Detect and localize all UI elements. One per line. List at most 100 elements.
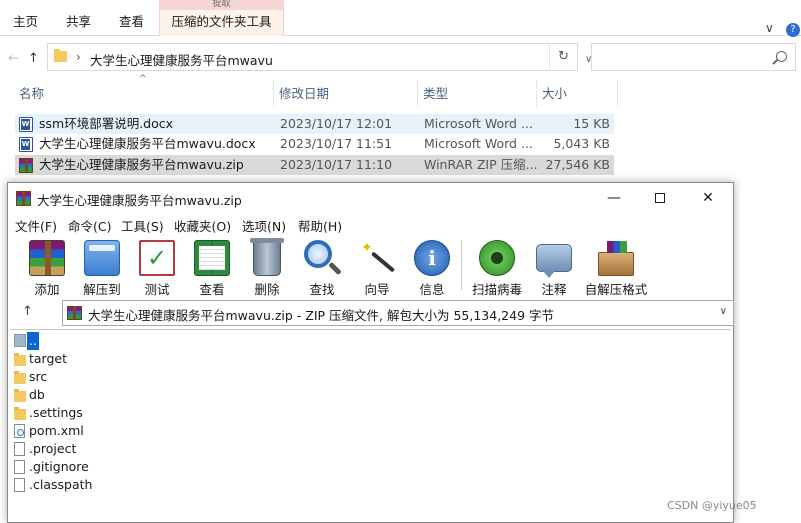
xml-file-icon [14, 424, 25, 438]
list-item[interactable]: .classpath [12, 476, 212, 494]
comment-icon [536, 244, 572, 278]
list-item[interactable]: .settings [12, 404, 212, 422]
folder-icon [14, 407, 26, 420]
tool-label: 自解压格式 [584, 282, 648, 297]
word-doc-icon [19, 117, 33, 132]
delete-button[interactable]: 删除 [241, 238, 293, 297]
toolbar: 添加 解压到 测试 查看 删除 查找 向导 信息 [8, 234, 733, 297]
list-item-name: db [29, 387, 45, 402]
delete-icon [250, 238, 284, 276]
list-item[interactable]: .. [12, 332, 212, 350]
list-item-name: .project [29, 441, 77, 456]
help-icon[interactable]: ? [786, 23, 800, 37]
winrar-app-icon [16, 191, 31, 206]
search-input[interactable] [591, 43, 796, 71]
list-item[interactable]: target [12, 350, 212, 368]
add-archive-icon [29, 240, 65, 276]
file-size: 5,043 KB [553, 136, 610, 151]
find-button[interactable]: 查找 [296, 238, 348, 297]
archive-path-dropdown[interactable]: 大学生心理健康服务平台mwavu.zip - ZIP 压缩文件, 解包大小为 5… [62, 300, 734, 326]
context-group-label: 提取 [160, 0, 283, 10]
add-button[interactable]: 添加 [21, 238, 73, 297]
minimize-button[interactable]: — [591, 187, 637, 209]
winrar-title-bar[interactable]: 大学生心理健康服务平台mwavu.zip — ✕ [8, 183, 733, 214]
address-bar[interactable]: › 大学生心理健康服务平台mwavu ∨ [47, 43, 592, 71]
file-name: 大学生心理健康服务平台mwavu.zip [39, 157, 244, 172]
tab-share[interactable]: 共享 [64, 13, 93, 33]
virus-scan-icon [479, 240, 515, 276]
ribbon-expand-chevron-icon[interactable]: ∨ [765, 21, 774, 35]
list-item[interactable]: .project [12, 440, 212, 458]
list-item[interactable]: db [12, 386, 212, 404]
menu-bar: 文件(F) 命令(C) 工具(S) 收藏夹(O) 选项(N) 帮助(H) [8, 214, 733, 234]
file-type: Microsoft Word ... [424, 116, 533, 131]
tab-home[interactable]: 主页 [11, 13, 40, 33]
menu-options[interactable]: 选项(N) [242, 216, 286, 235]
parent-folder-icon [14, 334, 26, 347]
maximize-button[interactable] [637, 187, 683, 209]
menu-file[interactable]: 文件(F) [15, 216, 57, 235]
tab-compressed-folder-tools[interactable]: 提取 压缩的文件夹工具 [159, 0, 284, 36]
chevron-down-icon[interactable]: ∨ [720, 306, 727, 317]
virus-scan-button[interactable]: 扫描病毒 [471, 238, 523, 297]
test-icon [139, 240, 175, 276]
list-item-name: .gitignore [29, 459, 89, 474]
view-button[interactable]: 查看 [186, 238, 238, 297]
watermark: CSDN @yiyue05 [667, 499, 757, 512]
menu-tools[interactable]: 工具(S) [121, 216, 164, 235]
file-size: 15 KB [573, 116, 610, 131]
file-row[interactable]: 大学生心理健康服务平台mwavu.docx 2023/10/17 11:51 M… [15, 134, 614, 154]
menu-favorites[interactable]: 收藏夹(O) [174, 216, 231, 235]
tab-view[interactable]: 查看 [117, 13, 146, 33]
menu-help[interactable]: 帮助(H) [298, 216, 342, 235]
folder-icon [14, 389, 26, 402]
file-type: Microsoft Word ... [424, 136, 533, 151]
folder-icon [14, 371, 26, 384]
wizard-button[interactable]: 向导 [351, 238, 403, 297]
extract-to-button[interactable]: 解压到 [76, 238, 128, 297]
wizard-icon [359, 240, 395, 276]
winrar-archive-icon [67, 306, 82, 320]
column-header-name[interactable]: 名称 [15, 80, 274, 107]
close-button[interactable]: ✕ [685, 187, 731, 209]
find-icon [304, 240, 332, 268]
menu-commands[interactable]: 命令(C) [68, 216, 111, 235]
file-row[interactable]: 大学生心理健康服务平台mwavu.zip 2023/10/17 11:10 Wi… [15, 155, 614, 175]
file-row[interactable]: ssm环境部署说明.docx 2023/10/17 12:01 Microsof… [15, 114, 614, 134]
list-item-name: pom.xml [29, 423, 84, 438]
file-icon [14, 460, 25, 474]
tool-label: 注释 [541, 282, 567, 297]
up-icon[interactable]: ↑ [28, 51, 39, 66]
file-name: ssm环境部署说明.docx [39, 116, 174, 131]
comment-button[interactable]: 注释 [528, 238, 580, 297]
column-header-size[interactable]: 大小 [538, 80, 618, 107]
sfx-button[interactable]: 自解压格式 [585, 238, 647, 297]
title-strip [0, 0, 801, 9]
folder-icon [54, 49, 67, 62]
view-icon [194, 240, 230, 276]
back-icon[interactable]: ← [8, 51, 19, 66]
info-button[interactable]: 信息 [406, 238, 458, 297]
archive-file-list[interactable]: .. target src db .settings pom.xml .proj… [10, 329, 731, 522]
folder-icon [14, 353, 26, 366]
toolbar-divider [461, 240, 462, 290]
refresh-button[interactable]: ↻ [549, 43, 578, 71]
breadcrumb-current-folder[interactable]: 大学生心理健康服务平台mwavu [90, 50, 273, 69]
column-header-type[interactable]: 类型 [419, 80, 537, 107]
tool-label: 扫描病毒 [471, 282, 522, 297]
breadcrumb-chevron-icon[interactable]: › [76, 50, 81, 64]
window-title: 大学生心理健康服务平台mwavu.zip [37, 193, 242, 208]
up-one-level-icon[interactable]: ↑ [22, 304, 33, 319]
list-item[interactable]: .gitignore [12, 458, 212, 476]
file-date: 2023/10/17 11:10 [280, 157, 393, 172]
list-item[interactable]: pom.xml [12, 422, 212, 440]
list-item[interactable]: src [12, 368, 212, 386]
tool-label: 信息 [419, 282, 445, 297]
winrar-archive-icon [19, 158, 33, 173]
address-row: ← ↑ › 大学生心理健康服务平台mwavu ∨ ↻ [0, 37, 801, 81]
file-type: WinRAR ZIP 压缩... [424, 157, 538, 172]
search-icon [776, 51, 787, 62]
list-item-name: src [29, 369, 48, 384]
test-button[interactable]: 测试 [131, 238, 183, 297]
column-header-date[interactable]: 修改日期 [275, 80, 418, 107]
